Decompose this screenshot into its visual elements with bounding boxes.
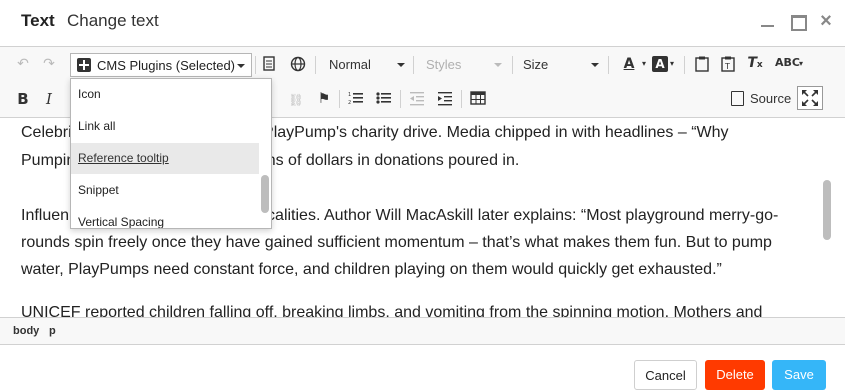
dialog-footer: Cancel Delete Save (0, 345, 845, 392)
path-item-body[interactable]: body (13, 325, 39, 337)
plugin-icon (77, 58, 91, 72)
outdent-icon[interactable] (408, 90, 426, 111)
spellcheck-icon[interactable]: ABC (775, 54, 800, 72)
save-button[interactable]: Save (772, 360, 826, 390)
dialog-subtitle: Change text (67, 11, 159, 30)
chevron-down-icon (397, 63, 405, 67)
size-dropdown[interactable]: Size (523, 54, 599, 76)
menu-item-link-all[interactable]: Link all (71, 111, 259, 142)
element-path-bar: body p (0, 317, 845, 345)
background-color-icon[interactable]: A (652, 56, 668, 72)
svg-text:1: 1 (348, 92, 351, 98)
close-icon[interactable]: × (817, 11, 835, 31)
toolbar-separator (461, 90, 462, 108)
chevron-down-icon[interactable]: ▾ (797, 55, 805, 73)
italic-icon[interactable]: I (40, 90, 58, 108)
dialog-header: Text Change text × (0, 0, 845, 44)
format-dropdown[interactable]: Normal (329, 54, 405, 76)
indent-icon[interactable] (436, 90, 454, 111)
numbered-list-icon[interactable]: 12 (347, 90, 365, 111)
bold-icon[interactable]: B (14, 90, 32, 108)
menu-item-reference-tooltip[interactable]: Reference tooltip (71, 143, 259, 174)
delete-button[interactable]: Delete (705, 360, 765, 390)
flag-icon[interactable]: ⚑ (315, 90, 333, 108)
toolbar-separator (339, 90, 340, 108)
menu-item-icon[interactable]: Icon (71, 79, 259, 110)
paste-text-icon[interactable]: T (720, 56, 736, 72)
toolbar-separator (684, 56, 685, 74)
svg-text:T: T (724, 62, 730, 71)
content-scrollbar[interactable] (823, 180, 831, 240)
toolbar-separator (608, 56, 609, 74)
format-label: Normal (329, 57, 371, 72)
source-label: Source (750, 91, 792, 106)
undo-icon[interactable]: ↶ (14, 55, 32, 73)
svg-text:2: 2 (348, 100, 351, 106)
path-item-p[interactable]: p (49, 325, 56, 337)
chevron-down-icon[interactable]: ▾ (640, 55, 648, 73)
table-icon[interactable] (469, 90, 487, 111)
paragraph-line: water, PlayPumps need constant force, an… (21, 261, 722, 278)
redo-icon[interactable]: ↷ (40, 55, 58, 73)
cms-plugins-label: CMS Plugins (Selected) (97, 58, 235, 73)
cms-plugins-dropdown[interactable]: CMS Plugins (Selected) (70, 53, 252, 77)
source-icon (731, 91, 744, 106)
paragraph-line: rounds spin freely once they have gained… (21, 234, 772, 251)
toolbar-separator (512, 56, 513, 74)
toolbar-separator (315, 56, 316, 74)
maximize-icon[interactable] (789, 12, 807, 31)
menu-item-snippet[interactable]: Snippet (71, 175, 259, 206)
size-label: Size (523, 57, 549, 72)
chevron-down-icon (591, 63, 599, 67)
cancel-button[interactable]: Cancel (634, 360, 697, 390)
remove-format-icon[interactable]: Tx (745, 54, 765, 74)
menu-item-vertical-spacing[interactable]: Vertical Spacing (71, 207, 259, 228)
toolbar-separator (400, 90, 401, 108)
bulleted-list-icon[interactable] (375, 90, 393, 111)
dialog-title: Text (21, 11, 55, 30)
text-color-icon[interactable]: A (618, 55, 640, 73)
chevron-down-icon[interactable]: ▾ (668, 55, 676, 73)
maximize-editor-button[interactable] (797, 86, 823, 110)
minimize-icon[interactable] (759, 12, 777, 30)
chevron-down-icon (494, 63, 502, 67)
paste-icon[interactable] (694, 56, 710, 72)
globe-icon[interactable] (290, 56, 306, 72)
cms-plugins-menu: Icon Link all Reference tooltip Snippet … (70, 78, 272, 229)
styles-label: Styles (426, 57, 462, 72)
menu-scrollbar[interactable] (261, 175, 269, 213)
paragraph-line: UNICEF reported children falling off, br… (21, 304, 763, 317)
templates-icon[interactable] (262, 56, 278, 72)
toolbar-separator (255, 56, 256, 74)
maximize-arrows-icon (802, 90, 818, 106)
chevron-down-icon (237, 64, 245, 68)
styles-dropdown[interactable]: Styles (426, 54, 502, 76)
toolbar-separator (413, 56, 414, 74)
unlink-icon[interactable]: ⛓ (287, 91, 305, 109)
